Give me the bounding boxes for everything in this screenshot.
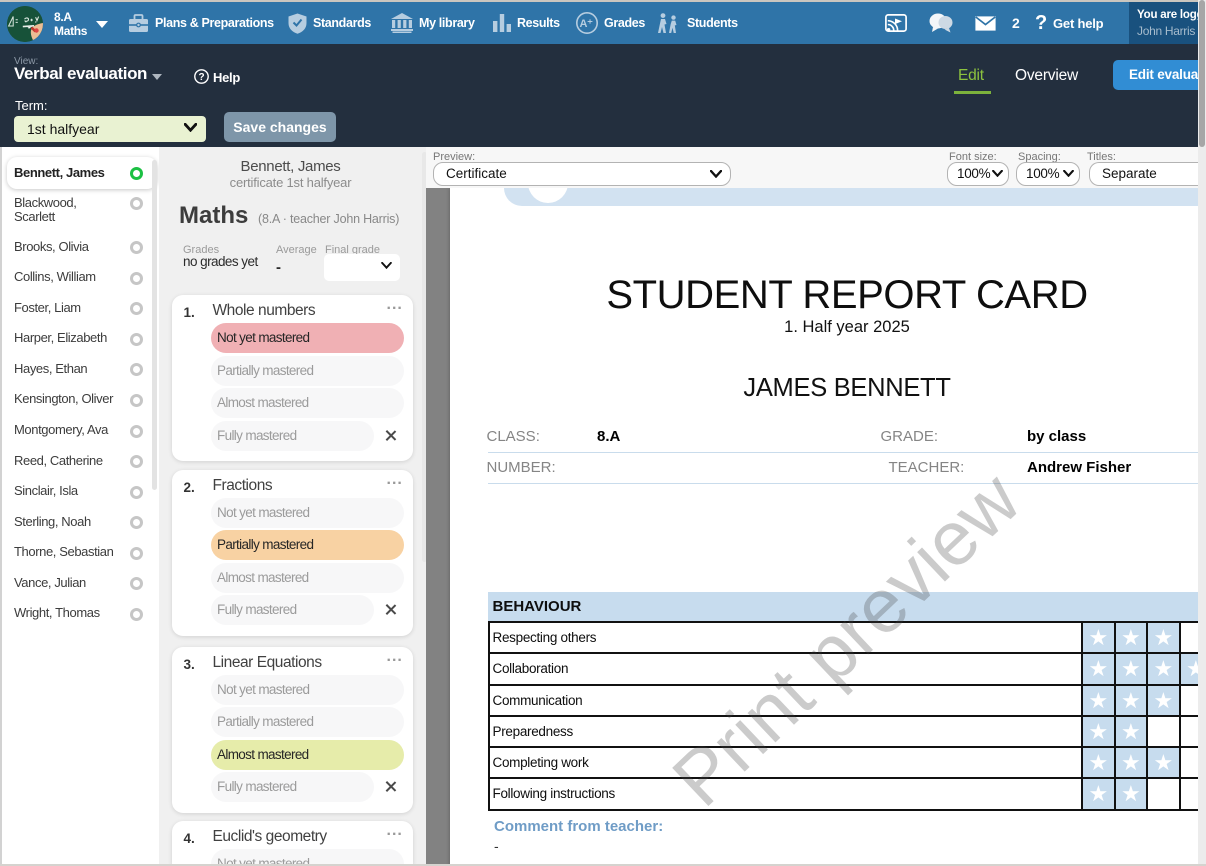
svg-text:A⁺: A⁺ xyxy=(579,18,593,30)
svg-text:?: ? xyxy=(198,72,204,83)
